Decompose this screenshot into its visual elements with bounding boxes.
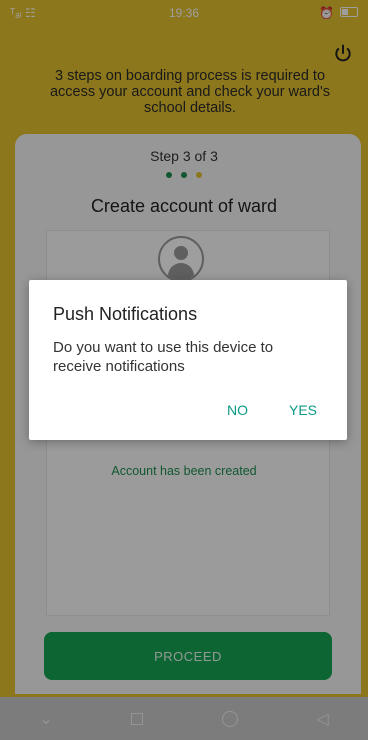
dialog-message: Do you want to use this device to receiv… [53, 339, 274, 375]
push-notifications-dialog: Push Notifications Do you want to use th… [29, 280, 347, 440]
no-button[interactable]: NO [227, 402, 248, 418]
dialog-title: Push Notifications [53, 304, 198, 324]
yes-button[interactable]: YES [289, 402, 317, 418]
